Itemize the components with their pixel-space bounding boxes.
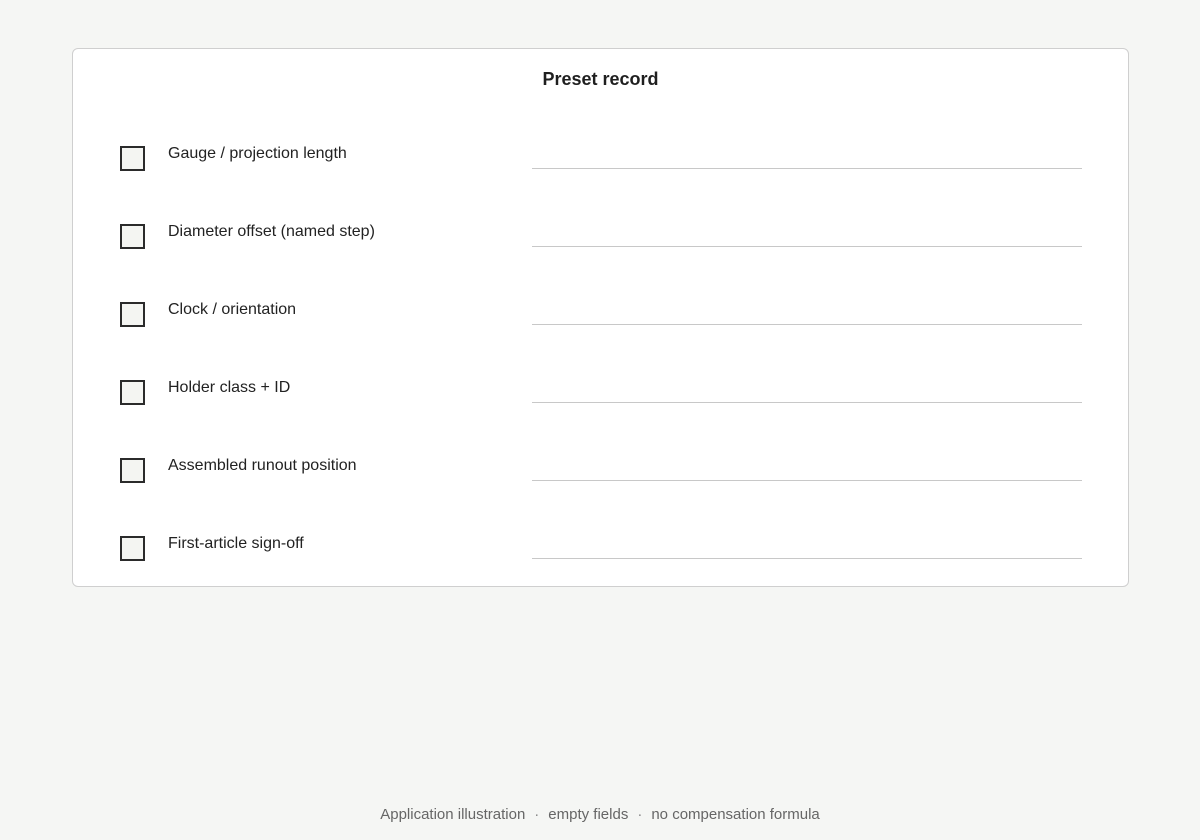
first-article-sign-off-checkbox[interactable]	[120, 536, 145, 561]
field-row-holder-class-id: Holder class + ID	[73, 370, 1128, 410]
first-article-sign-off-input[interactable]	[532, 526, 1082, 559]
gauge-projection-length-label: Gauge / projection length	[168, 145, 347, 162]
field-row-assembled-runout-position: Assembled runout position	[73, 448, 1128, 488]
first-article-sign-off-label: First-article sign-off	[168, 535, 304, 552]
footer-separator: ·	[534, 806, 540, 823]
assembled-runout-position-input[interactable]	[532, 448, 1082, 481]
clock-orientation-checkbox[interactable]	[120, 302, 145, 327]
footer-part-illustration: Application illustration	[380, 806, 526, 823]
gauge-projection-length-checkbox[interactable]	[120, 146, 145, 171]
holder-class-id-input[interactable]	[532, 370, 1082, 403]
footer-part-no-compensation: no compensation formula	[651, 806, 820, 823]
footer-caption: Application illustration · empty fields · no…	[0, 806, 1200, 823]
field-row-first-article-sign-off: First-article sign-off	[73, 526, 1128, 566]
diameter-offset-label: Diameter offset (named step)	[168, 223, 375, 240]
clock-orientation-label: Clock / orientation	[168, 301, 297, 318]
field-row-diameter-offset: Diameter offset (named step)	[73, 214, 1128, 254]
field-row-gauge-projection-length: Gauge / projection length	[73, 136, 1128, 176]
field-row-clock-orientation: Clock / orientation	[73, 292, 1128, 332]
holder-class-id-label: Holder class + ID	[168, 379, 291, 396]
footer-separator: ·	[637, 806, 643, 823]
preset-fields-list: Gauge / projection length Diameter offse…	[73, 49, 1128, 586]
gauge-projection-length-input[interactable]	[532, 136, 1082, 169]
assembled-runout-position-checkbox[interactable]	[120, 458, 145, 483]
holder-class-id-checkbox[interactable]	[120, 380, 145, 405]
footer-part-empty-fields: empty fields	[548, 806, 629, 823]
diameter-offset-checkbox[interactable]	[120, 224, 145, 249]
diameter-offset-input[interactable]	[532, 214, 1082, 247]
clock-orientation-input[interactable]	[532, 292, 1082, 325]
assembled-runout-position-label: Assembled runout position	[168, 457, 357, 474]
preset-record-card: Preset record Gauge / projection length …	[72, 48, 1129, 587]
